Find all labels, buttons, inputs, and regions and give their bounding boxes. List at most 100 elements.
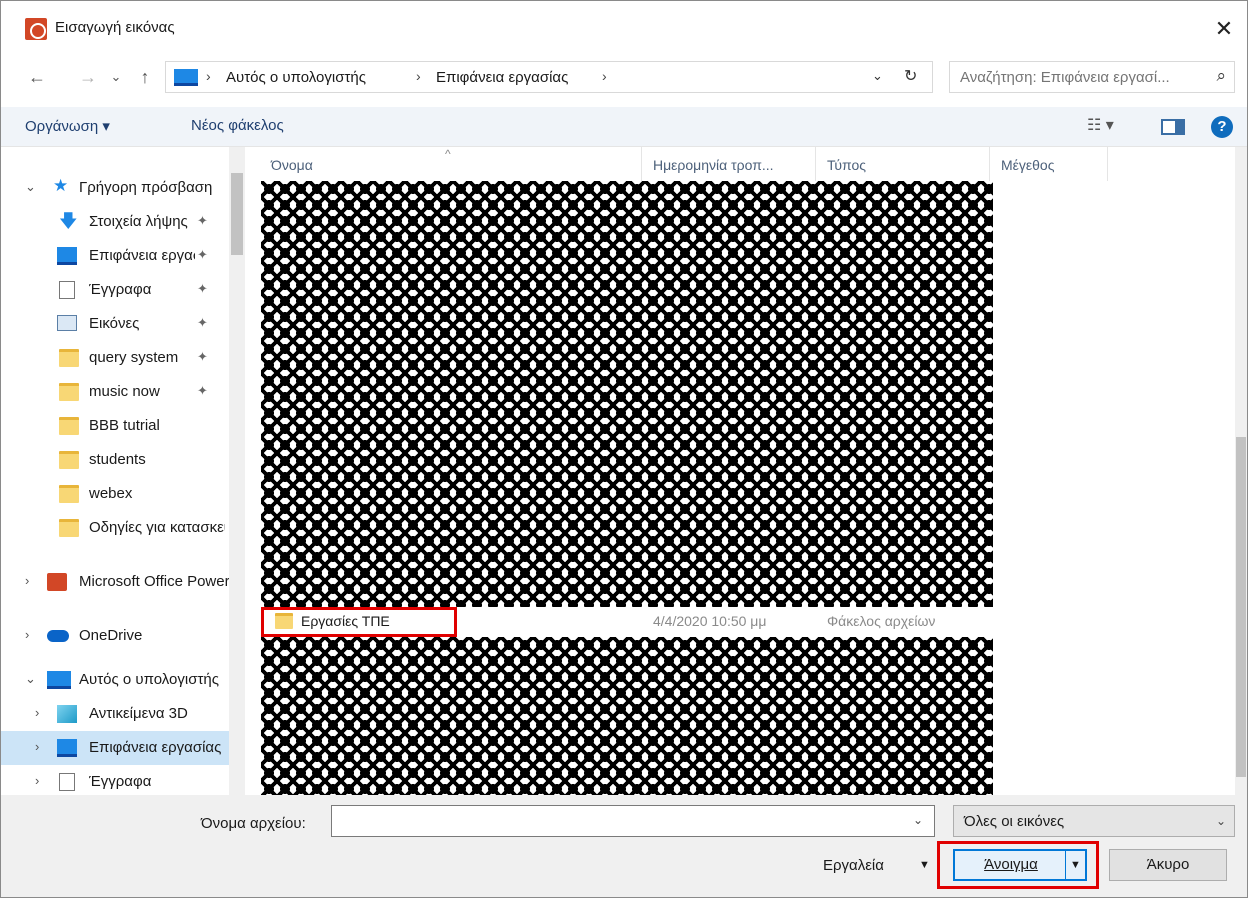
tree-label: Έγγραφα <box>89 281 152 298</box>
tree-item-folder[interactable]: students <box>1 443 229 477</box>
cloud-icon <box>47 630 69 642</box>
breadcrumb-this-pc[interactable]: Αυτός ο υπολογιστής <box>226 69 366 86</box>
file-list-scrollbar[interactable] <box>1235 147 1247 795</box>
tools-dropdown-icon[interactable]: ▼ <box>919 859 930 871</box>
expanded-chevron-icon[interactable]: ⌄ <box>25 179 36 195</box>
open-dropdown-icon[interactable]: ▼ <box>1065 851 1085 879</box>
table-row[interactable]: Εργασίες ΤΠΕ 4/4/2020 10:50 μμ Φάκελος α… <box>245 607 1235 637</box>
title-bar: Εισαγωγή εικόνας ✕ <box>1 1 1247 57</box>
collapsed-chevron-icon[interactable]: › <box>35 773 39 788</box>
column-header-type[interactable]: Τύπος <box>827 157 866 173</box>
powerpoint-icon <box>25 18 47 40</box>
preview-pane-icon[interactable] <box>1161 119 1185 135</box>
column-divider[interactable] <box>989 147 990 181</box>
collapsed-chevron-icon[interactable]: › <box>25 627 29 642</box>
navigation-pane: ⌄ ★ Γρήγορη πρόσβαση 🡇 Στοιχεία λήψης ✦ … <box>1 147 245 795</box>
folder-icon <box>59 417 79 435</box>
close-button[interactable]: ✕ <box>1201 9 1247 49</box>
folder-icon <box>59 349 79 367</box>
pin-icon[interactable]: ✦ <box>197 247 208 263</box>
search-box: ⌕ <box>949 61 1235 93</box>
tree-item-desktop-selected[interactable]: › Επιφάνεια εργασίας <box>1 731 229 765</box>
dialog-title: Εισαγωγή εικόνας <box>55 19 175 36</box>
recent-locations-icon[interactable]: ⌄ <box>107 63 125 91</box>
back-icon[interactable]: ← <box>23 63 51 91</box>
desktop-icon <box>57 739 77 757</box>
forward-icon[interactable]: → <box>77 63 99 91</box>
pin-icon[interactable]: ✦ <box>197 213 208 229</box>
cube-icon <box>57 705 77 723</box>
cancel-button[interactable]: Άκυρο <box>1109 849 1227 881</box>
tree-label: query system <box>89 349 179 366</box>
redacted-area <box>261 637 993 795</box>
address-dropdown-icon[interactable]: ⌄ <box>872 68 883 84</box>
column-header-size[interactable]: Μέγεθος <box>1001 157 1054 173</box>
document-icon <box>59 773 75 791</box>
file-list: ^ Όνομα Ημερομηνία τροπ... Τύπος Μέγεθος… <box>245 147 1247 795</box>
pin-icon[interactable]: ✦ <box>197 383 208 399</box>
tree-item-folder[interactable]: BBB tutrial <box>1 409 229 443</box>
filename-input[interactable] <box>331 805 935 837</box>
bottom-bar: Όνομα αρχείου: ⌄ Όλες οι εικόνες ⌄ Εργαλ… <box>1 795 1247 897</box>
tree-label: Επιφάνεια εργασίας <box>89 247 195 264</box>
tree-label: Επιφάνεια εργασίας <box>89 739 222 756</box>
tree-item-3d-objects[interactable]: › Αντικείμενα 3D <box>1 697 229 731</box>
scrollbar-thumb[interactable] <box>1236 437 1246 777</box>
expanded-chevron-icon[interactable]: ⌄ <box>25 671 36 687</box>
tree-item-pictures[interactable]: Εικόνες ✦ <box>1 307 229 341</box>
address-bar[interactable]: › Αυτός ο υπολογιστής › Επιφάνεια εργασί… <box>165 61 933 93</box>
tree-label: BBB tutrial <box>89 417 160 434</box>
tree-item-this-pc[interactable]: ⌄ Αυτός ο υπολογιστής <box>1 663 229 697</box>
pin-icon[interactable]: ✦ <box>197 281 208 297</box>
folder-icon <box>59 383 79 401</box>
refresh-icon[interactable]: ↻ <box>904 66 917 86</box>
column-divider[interactable] <box>815 147 816 181</box>
up-icon[interactable]: ↑ <box>133 63 157 91</box>
collapsed-chevron-icon[interactable]: › <box>25 573 29 588</box>
filetype-select[interactable]: Όλες οι εικόνες ⌄ <box>953 805 1235 837</box>
breadcrumb-separator: › <box>416 68 421 84</box>
tree-item-onedrive[interactable]: › OneDrive <box>1 619 229 653</box>
chevron-down-icon: ⌄ <box>1215 814 1226 828</box>
scrollbar-thumb[interactable] <box>231 173 243 255</box>
tree-item-quick-access[interactable]: ⌄ ★ Γρήγορη πρόσβαση <box>1 171 229 205</box>
search-icon[interactable]: ⌕ <box>1216 66 1226 86</box>
redacted-area <box>261 181 993 607</box>
tree-label: Microsoft Office PowerPoint <box>79 573 229 590</box>
tree-item-downloads[interactable]: 🡇 Στοιχεία λήψης ✦ <box>1 205 229 239</box>
column-divider[interactable] <box>641 147 642 181</box>
tree-item-folder[interactable]: music now ✦ <box>1 375 229 409</box>
navigation-scrollbar[interactable] <box>229 147 245 795</box>
navigation-row: ← → ⌄ ↑ › Αυτός ο υπολογιστής › Επιφάνει… <box>1 57 1247 97</box>
pin-icon[interactable]: ✦ <box>197 315 208 331</box>
tree-label: Στοιχεία λήψης <box>89 213 188 230</box>
tree-item-office[interactable]: › Microsoft Office PowerPoint <box>1 565 229 599</box>
new-folder-button[interactable]: Νέος φάκελος <box>191 117 284 134</box>
view-options-icon[interactable]: ☷ ▾ <box>1087 115 1114 135</box>
breadcrumb-desktop[interactable]: Επιφάνεια εργασίας <box>436 69 568 86</box>
collapsed-chevron-icon[interactable]: › <box>35 739 39 754</box>
computer-icon <box>47 671 71 689</box>
search-input[interactable] <box>950 62 1200 92</box>
star-icon: ★ <box>53 176 69 195</box>
organize-button[interactable]: Οργάνωση ▾ <box>25 117 110 135</box>
tree-item-folder[interactable]: query system ✦ <box>1 341 229 375</box>
tree-item-folder[interactable]: webex <box>1 477 229 511</box>
tree-label: OneDrive <box>79 627 143 644</box>
help-icon[interactable]: ? <box>1211 116 1233 138</box>
column-divider[interactable] <box>1107 147 1108 181</box>
tree-item-desktop[interactable]: Επιφάνεια εργασίας ✦ <box>1 239 229 273</box>
tools-button[interactable]: Εργαλεία <box>823 857 884 874</box>
open-button-label[interactable]: Άνοιγμα <box>955 851 1067 879</box>
filename-dropdown-icon[interactable]: ⌄ <box>913 813 923 827</box>
tree-item-documents[interactable]: Έγγραφα ✦ <box>1 273 229 307</box>
column-header-date[interactable]: Ημερομηνία τροπ... <box>653 157 774 173</box>
pin-icon[interactable]: ✦ <box>197 349 208 365</box>
column-header-name[interactable]: Όνομα <box>271 157 313 173</box>
tree-label: Έγγραφα <box>89 773 152 790</box>
tree-item-folder[interactable]: Οδηγίες για κατασκευή <box>1 511 229 545</box>
collapsed-chevron-icon[interactable]: › <box>35 705 39 720</box>
open-button[interactable]: Άνοιγμα ▼ <box>953 849 1087 881</box>
tree-item-documents[interactable]: › Έγγραφα <box>1 765 229 795</box>
folder-icon <box>59 451 79 469</box>
